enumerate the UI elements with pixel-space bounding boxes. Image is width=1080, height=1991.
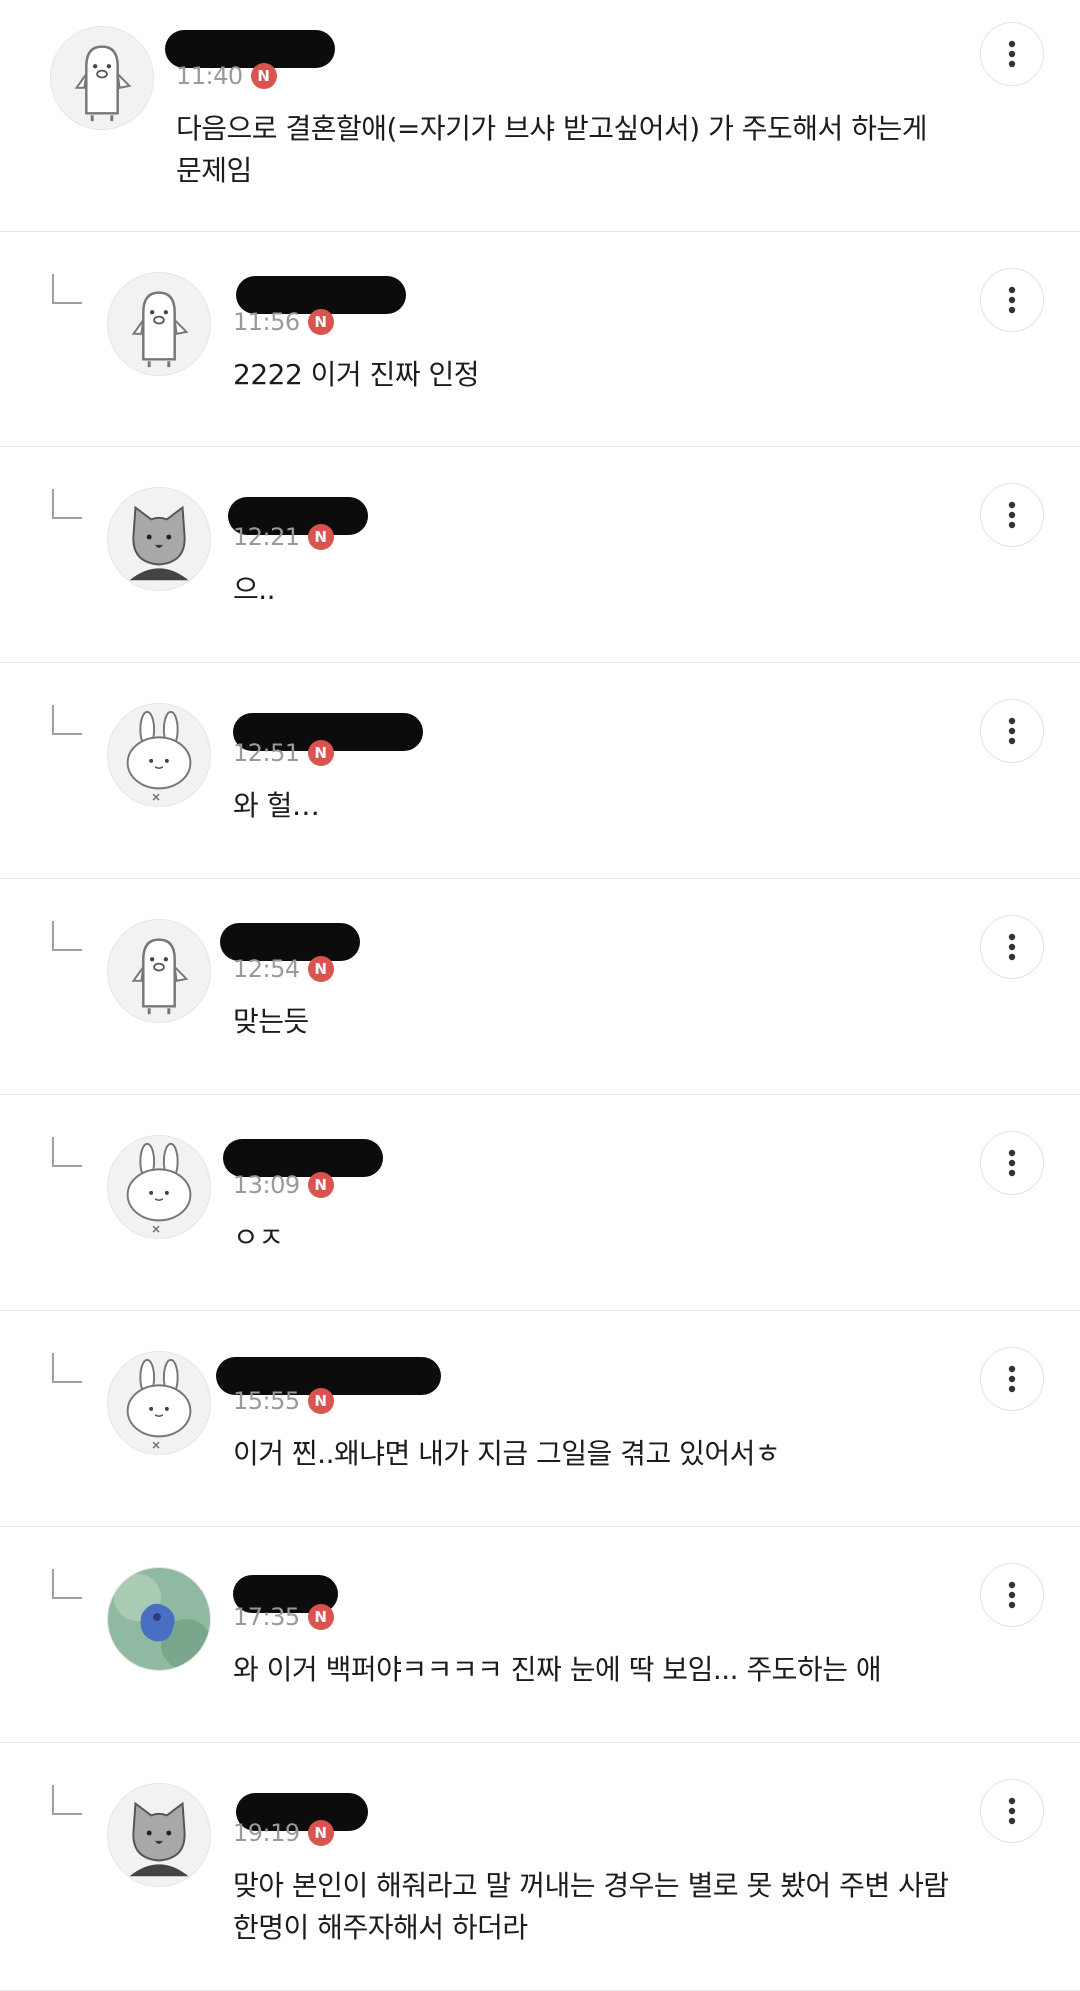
comment-item: 11:56 N 2222 이거 진짜 인정	[0, 232, 1080, 447]
reply-arrow-icon	[52, 705, 82, 735]
comment-meta: 12:21 N	[233, 523, 334, 551]
avatar[interactable]	[107, 919, 211, 1023]
avatar[interactable]	[107, 1567, 211, 1671]
comment-meta: 13:09 N	[233, 1171, 334, 1199]
more-options-button[interactable]	[980, 22, 1044, 86]
more-vertical-icon	[1008, 40, 1016, 68]
more-options-button[interactable]	[980, 483, 1044, 547]
comment-item: 12:21 N 으..	[0, 447, 1080, 663]
comment-meta: 11:56 N	[233, 308, 334, 336]
comment-text: 맞는듯	[233, 1005, 309, 1038]
comment-time: 19:19	[233, 1819, 300, 1847]
reply-arrow-icon	[52, 1137, 82, 1167]
comment-time: 12:54	[233, 955, 300, 983]
avatar[interactable]	[107, 703, 211, 807]
comment-meta: 11:40 N	[176, 62, 277, 90]
more-options-button[interactable]	[980, 1779, 1044, 1843]
comment-text: 와 이거 백퍼야ㅋㅋㅋㅋ 진짜 눈에 딱 보임... 주도하는 애	[233, 1653, 882, 1686]
comment-time: 11:56	[233, 308, 300, 336]
more-vertical-icon	[1008, 1365, 1016, 1393]
photo-avatar-icon	[108, 1568, 210, 1670]
more-options-button[interactable]	[980, 1563, 1044, 1627]
comment-meta: 15:55 N	[233, 1387, 334, 1415]
avatar[interactable]	[107, 1135, 211, 1239]
rabbit-avatar-icon	[108, 1352, 210, 1454]
avatar[interactable]	[107, 487, 211, 591]
avatar[interactable]	[107, 272, 211, 376]
new-badge: N	[307, 740, 334, 766]
comment-time: 12:51	[233, 739, 300, 767]
rabbit-avatar-icon	[108, 1136, 210, 1238]
reply-arrow-icon	[52, 489, 82, 519]
comment-time: 15:55	[233, 1387, 300, 1415]
new-badge: N	[307, 956, 334, 982]
more-options-button[interactable]	[980, 268, 1044, 332]
comment-text: 다음으로 결혼할애(=자기가 브샤 받고싶어서) 가 주도해서 하는게 문제임	[176, 112, 927, 187]
more-vertical-icon	[1008, 1581, 1016, 1609]
comment-text: 2222 이거 진짜 인정	[233, 358, 480, 391]
comment-text: 으..	[233, 573, 276, 606]
comment-time: 11:40	[176, 62, 243, 90]
cat-avatar-icon	[108, 488, 210, 590]
comment-item: 15:55 N 이거 찐..왜냐면 내가 지금 그일을 겪고 있어서ㅎ	[0, 1311, 1080, 1527]
more-options-button[interactable]	[980, 1347, 1044, 1411]
comment-text: 이거 찐..왜냐면 내가 지금 그일을 겪고 있어서ㅎ	[233, 1437, 781, 1470]
comment-item: 19:19 N 맞아 본인이 해줘라고 말 꺼내는 경우는 별로 못 봤어 주변…	[0, 1743, 1080, 1991]
more-vertical-icon	[1008, 1149, 1016, 1177]
more-vertical-icon	[1008, 501, 1016, 529]
comment-text: 맞아 본인이 해줘라고 말 꺼내는 경우는 별로 못 봤어 주변 사람 한명이 …	[233, 1869, 949, 1944]
avatar[interactable]	[107, 1783, 211, 1887]
comment-meta: 19:19 N	[233, 1819, 334, 1847]
avatar[interactable]	[107, 1351, 211, 1455]
penguin-avatar-icon	[108, 920, 210, 1022]
comment-meta: 17:35 N	[233, 1603, 334, 1631]
comment-item: 12:54 N 맞는듯	[0, 879, 1080, 1095]
reply-arrow-icon	[52, 274, 82, 304]
penguin-avatar-icon	[51, 27, 153, 129]
new-badge: N	[307, 1604, 334, 1630]
comment-time: 17:35	[233, 1603, 300, 1631]
reply-arrow-icon	[52, 921, 82, 951]
comment-item: 13:09 N ㅇㅈ	[0, 1095, 1080, 1311]
rabbit-avatar-icon	[108, 704, 210, 806]
more-options-button[interactable]	[980, 915, 1044, 979]
new-badge: N	[307, 1820, 334, 1846]
new-badge: N	[250, 63, 277, 89]
comment-item: 17:35 N 와 이거 백퍼야ㅋㅋㅋㅋ 진짜 눈에 딱 보임... 주도하는 …	[0, 1527, 1080, 1743]
cat-avatar-icon	[108, 1784, 210, 1886]
more-options-button[interactable]	[980, 699, 1044, 763]
more-vertical-icon	[1008, 286, 1016, 314]
comment-time: 12:21	[233, 523, 300, 551]
comment-item: 11:40 N 다음으로 결혼할애(=자기가 브샤 받고싶어서) 가 주도해서 …	[0, 0, 1080, 232]
penguin-avatar-icon	[108, 273, 210, 375]
comment-meta: 12:54 N	[233, 955, 334, 983]
reply-arrow-icon	[52, 1785, 82, 1815]
comment-meta: 12:51 N	[233, 739, 334, 767]
reply-arrow-icon	[52, 1569, 82, 1599]
new-badge: N	[307, 309, 334, 335]
comment-text: 와 헐…	[233, 789, 320, 822]
comment-item: 12:51 N 와 헐…	[0, 663, 1080, 879]
more-vertical-icon	[1008, 717, 1016, 745]
new-badge: N	[307, 1172, 334, 1198]
more-options-button[interactable]	[980, 1131, 1044, 1195]
comment-text: ㅇㅈ	[233, 1221, 284, 1254]
reply-arrow-icon	[52, 1353, 82, 1383]
comment-list: 11:40 N 다음으로 결혼할애(=자기가 브샤 받고싶어서) 가 주도해서 …	[0, 0, 1080, 1991]
more-vertical-icon	[1008, 933, 1016, 961]
new-badge: N	[307, 1388, 334, 1414]
avatar[interactable]	[50, 26, 154, 130]
new-badge: N	[307, 524, 334, 550]
more-vertical-icon	[1008, 1797, 1016, 1825]
comment-time: 13:09	[233, 1171, 300, 1199]
